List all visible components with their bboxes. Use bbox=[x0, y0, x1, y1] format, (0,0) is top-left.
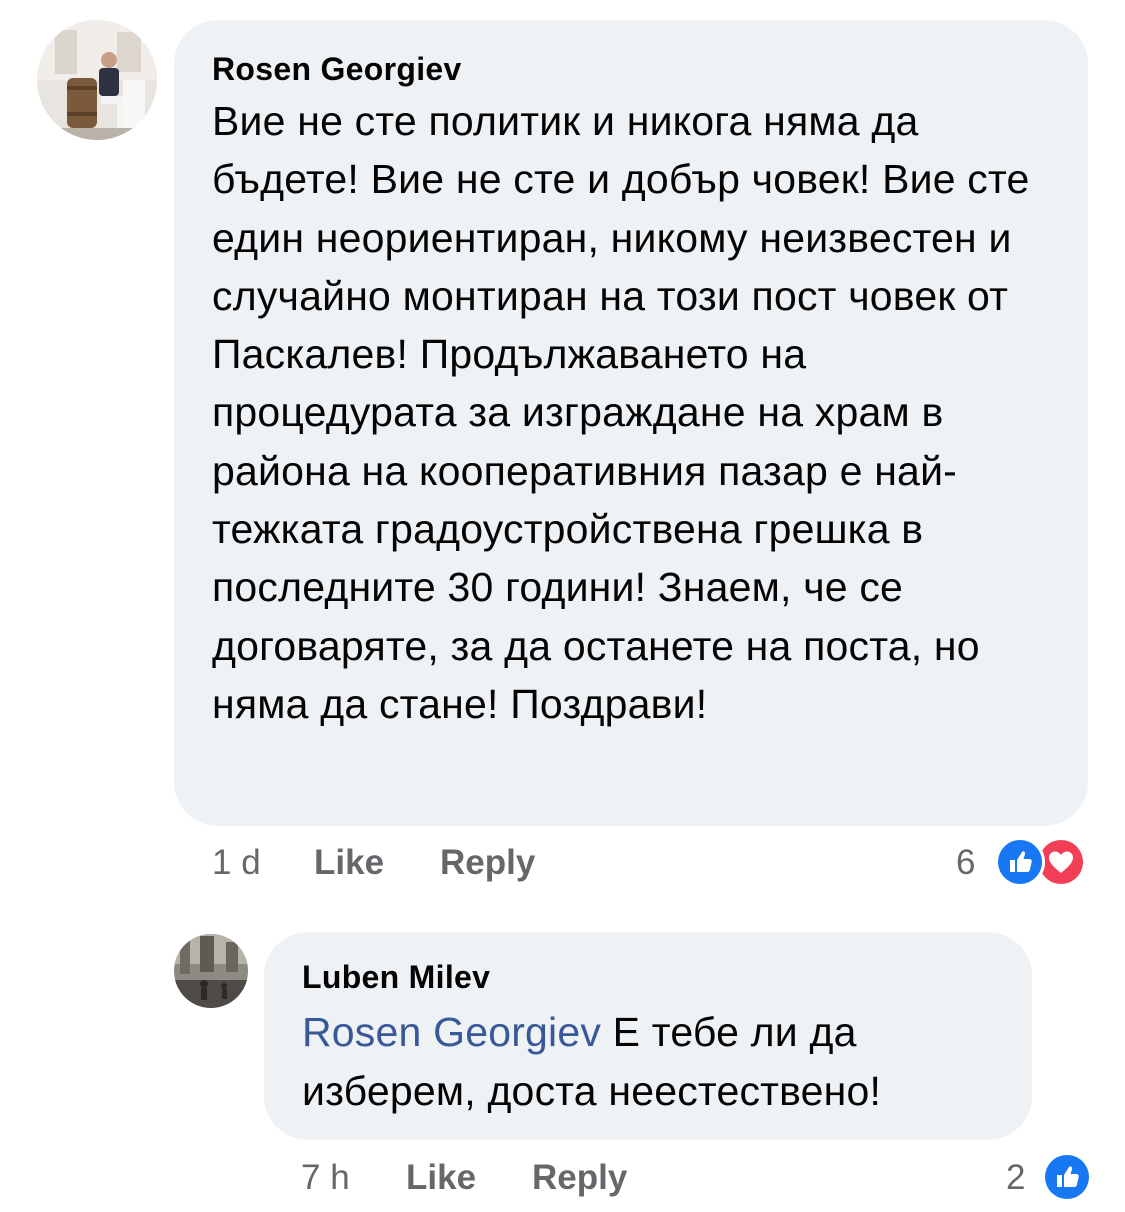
comment-timestamp[interactable]: 7 h bbox=[301, 1158, 350, 1198]
comment-actions: 7 h Like Reply 2 bbox=[301, 1152, 1092, 1202]
comment-bubble: Luben Milev Rosen Georgiev Е тебе ли да … bbox=[264, 932, 1032, 1140]
like-button[interactable]: Like bbox=[406, 1158, 476, 1198]
reply-button[interactable]: Reply bbox=[440, 843, 535, 883]
comment-author[interactable]: Rosen Georgiev bbox=[212, 50, 1052, 88]
avatar[interactable] bbox=[174, 934, 248, 1008]
like-icon[interactable] bbox=[995, 837, 1045, 887]
avatar-photo bbox=[174, 934, 248, 1008]
like-icon[interactable] bbox=[1042, 1152, 1092, 1202]
comment-text: Вие не сте политик и никога няма да бъде… bbox=[212, 98, 1030, 727]
reaction-count[interactable]: 2 bbox=[1006, 1158, 1025, 1198]
avatar-photo bbox=[37, 20, 157, 140]
comment-actions: 1 d Like Reply 6 bbox=[212, 837, 1092, 887]
comment-timestamp[interactable]: 1 d bbox=[212, 843, 261, 883]
comment-text: Rosen Georgiev Е тебе ли да изберем, дос… bbox=[302, 1003, 1002, 1121]
comment-thread: Rosen Georgiev Вие не сте политик и нико… bbox=[0, 0, 1125, 1212]
mention-link[interactable]: Rosen Georgiev bbox=[302, 1009, 601, 1055]
reaction-count[interactable]: 6 bbox=[956, 843, 975, 883]
avatar[interactable] bbox=[37, 20, 157, 140]
like-button[interactable]: Like bbox=[314, 843, 384, 883]
comment-bubble: Rosen Georgiev Вие не сте политик и нико… bbox=[174, 20, 1088, 826]
reply-button[interactable]: Reply bbox=[532, 1158, 627, 1198]
comment-author[interactable]: Luben Milev bbox=[302, 958, 1002, 996]
